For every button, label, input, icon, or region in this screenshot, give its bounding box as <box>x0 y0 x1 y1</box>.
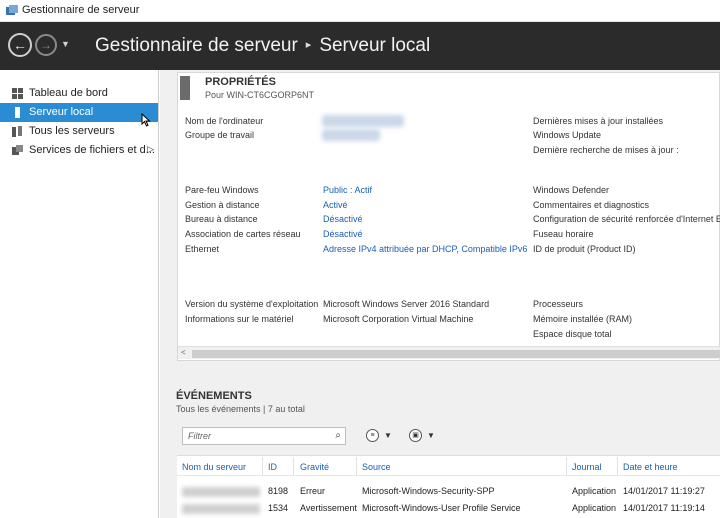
prop-label-windows-update: Windows Update <box>533 130 602 140</box>
file-services-icon <box>12 145 23 155</box>
column-separator <box>356 457 357 475</box>
sidebar-item-label: Services de fichiers et d... <box>29 144 155 156</box>
app-header: ← → ▼ Gestionnaire de serveur ▸ Serveur lo… <box>0 22 720 70</box>
sidebar-item-file-services[interactable]: Services de fichiers et d... ▷ <box>0 141 158 160</box>
back-button[interactable]: ← <box>8 33 32 57</box>
sidebar-item-dashboard[interactable]: Tableau de bord <box>0 84 158 103</box>
server-name-redacted[interactable] <box>182 504 260 514</box>
hardware-info-value: Microsoft Corporation Virtual Machine <box>323 314 474 324</box>
computer-name-value-redacted[interactable] <box>322 115 404 127</box>
sidebar: Tableau de bord Serveur local Tous les s… <box>0 70 159 518</box>
history-dropdown-icon[interactable]: ▼ <box>61 39 70 49</box>
sidebar-item-local-server[interactable]: Serveur local <box>0 103 158 122</box>
prop-label-last-check: Dernière recherche de mises à jour : <box>533 145 679 155</box>
prop-label-ethernet: Ethernet <box>185 244 220 254</box>
arrow-right-icon: → <box>40 38 52 52</box>
firewall-link[interactable]: Public : Actif <box>323 185 372 195</box>
event-id[interactable]: 8198 <box>268 486 288 496</box>
remote-management-link[interactable]: Activé <box>323 200 348 210</box>
events-subtitle: Tous les événements | 7 au total <box>176 404 305 414</box>
prop-label-firewall: Pare-feu Windows <box>185 185 259 195</box>
prop-label-os-version: Version du système d'exploitation <box>185 299 319 309</box>
events-filter-input[interactable]: Filtrer ⌕ <box>182 427 346 445</box>
column-separator <box>262 457 263 475</box>
column-header-source[interactable]: Source <box>362 462 391 472</box>
prop-label-windows-defender: Windows Defender <box>533 185 610 195</box>
event-date[interactable]: 14/01/2017 11:19:27 <box>623 486 705 496</box>
scrollbar-thumb[interactable] <box>192 350 720 358</box>
event-source[interactable]: Microsoft-Windows-User Profile Service <box>362 503 521 513</box>
prop-label-nic-teaming: Association de cartes réseau <box>185 229 301 239</box>
prop-label-ram: Mémoire installée (RAM) <box>533 314 633 324</box>
column-separator <box>566 457 567 475</box>
properties-subtitle: Pour WIN-CT6CGORP6NT <box>205 90 315 100</box>
list-options-icon[interactable]: ≡ <box>366 429 379 442</box>
sidebar-item-label: Tous les serveurs <box>29 125 115 137</box>
arrow-left-icon: ← <box>13 37 27 53</box>
filter-placeholder: Filtrer <box>188 431 211 441</box>
column-header-server-name[interactable]: Nom du serveur <box>182 462 246 472</box>
properties-section-marker <box>180 76 190 100</box>
prop-label-workgroup: Groupe de travail <box>185 130 255 140</box>
window-titlebar: Gestionnaire de serveur <box>0 0 720 22</box>
event-date[interactable]: 14/01/2017 11:19:14 <box>623 503 705 513</box>
scroll-left-icon[interactable]: < <box>181 348 186 357</box>
save-query-icon[interactable]: ▣ <box>409 429 422 442</box>
prop-label-remote-desktop: Bureau à distance <box>185 214 258 224</box>
breadcrumb: Gestionnaire de serveur ▸ Serveur local <box>95 35 430 57</box>
prop-label-last-updates: Dernières mises à jour installées <box>533 116 664 126</box>
servers-icon <box>12 126 22 137</box>
save-query-dropdown-icon[interactable]: ▼ <box>427 431 435 440</box>
prop-label-hardware-info: Informations sur le matériel <box>185 314 294 324</box>
event-log[interactable]: Application <box>572 486 616 496</box>
forward-button[interactable]: → <box>35 34 57 56</box>
prop-label-timezone: Fuseau horaire <box>533 229 594 239</box>
prop-label-product-id: ID de produit (Product ID) <box>533 244 636 254</box>
expand-arrow-icon[interactable]: ▷ <box>147 144 154 155</box>
os-version-value: Microsoft Windows Server 2016 Standard <box>323 299 490 309</box>
event-id[interactable]: 1534 <box>268 503 288 513</box>
events-title: ÉVÉNEMENTS <box>176 390 252 402</box>
prop-label-processors: Processeurs <box>533 299 584 309</box>
event-severity[interactable]: Erreur <box>300 486 325 496</box>
breadcrumb-current: Serveur local <box>319 35 431 56</box>
column-separator <box>293 457 294 475</box>
prop-label-computer-name: Nom de l'ordinateur <box>185 116 264 126</box>
sidebar-item-label: Serveur local <box>29 106 94 118</box>
server-name-redacted[interactable] <box>182 487 260 497</box>
prop-label-ie-esc: Configuration de sécurité renforcée d'In… <box>533 214 720 224</box>
header-divider <box>177 475 720 476</box>
window-title: Gestionnaire de serveur <box>22 4 140 16</box>
breadcrumb-separator-icon: ▸ <box>305 39 312 51</box>
column-header-date[interactable]: Date et heure <box>623 462 678 472</box>
column-header-log[interactable]: Journal <box>572 462 602 472</box>
prop-label-remote-management: Gestion à distance <box>185 200 260 210</box>
event-log[interactable]: Application <box>572 503 616 513</box>
list-options-dropdown-icon[interactable]: ▼ <box>384 431 392 440</box>
remote-desktop-link[interactable]: Désactivé <box>323 214 363 224</box>
dashboard-icon <box>12 88 23 99</box>
properties-title: PROPRIÉTÉS <box>205 76 276 88</box>
server-icon <box>15 107 20 118</box>
event-severity[interactable]: Avertissement <box>300 503 357 513</box>
column-separator <box>617 457 618 475</box>
breadcrumb-root[interactable]: Gestionnaire de serveur <box>95 35 298 56</box>
column-header-severity[interactable]: Gravité <box>300 462 329 472</box>
ethernet-link[interactable]: Adresse IPv4 attribuée par DHCP, Compati… <box>323 244 527 254</box>
workgroup-value-redacted[interactable] <box>322 129 380 141</box>
column-header-id[interactable]: ID <box>268 462 277 472</box>
mouse-cursor-icon <box>141 113 151 127</box>
prop-label-disk: Espace disque total <box>533 329 612 339</box>
server-manager-app-icon <box>6 5 18 15</box>
search-icon[interactable]: ⌕ <box>335 430 341 441</box>
sidebar-item-all-servers[interactable]: Tous les serveurs <box>0 122 158 141</box>
properties-horizontal-scrollbar[interactable]: < <box>178 346 720 359</box>
prop-label-feedback: Commentaires et diagnostics <box>533 200 650 210</box>
event-source[interactable]: Microsoft-Windows-Security-SPP <box>362 486 495 496</box>
sidebar-item-label: Tableau de bord <box>29 87 108 99</box>
nic-teaming-link[interactable]: Désactivé <box>323 229 363 239</box>
